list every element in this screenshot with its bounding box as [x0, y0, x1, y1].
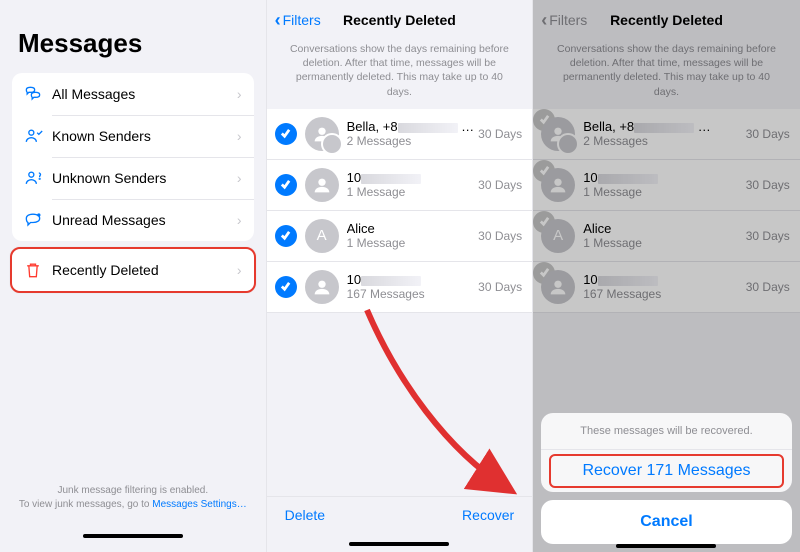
days-remaining: 30 Days — [474, 229, 522, 243]
filter-known-senders[interactable]: Known Senders › — [12, 115, 254, 157]
home-indicator — [83, 534, 183, 538]
conversation-row[interactable]: 10 1 Message 30 Days — [267, 160, 533, 211]
checkmark-selected-icon[interactable] — [275, 174, 297, 196]
junk-footer-text: Junk message filtering is enabled. To vi… — [0, 484, 266, 512]
trash-icon — [22, 259, 44, 281]
chevron-right-icon: › — [237, 170, 242, 186]
chevron-right-icon: › — [237, 262, 242, 278]
redacted-text — [398, 123, 458, 133]
checkmark-selected-icon[interactable] — [275, 276, 297, 298]
conversation-list: Bella, +8 … 2 Messages 30 Days 10 1 Mess… — [267, 109, 533, 313]
chevron-right-icon: › — [237, 212, 242, 228]
action-sheet: These messages will be recovered. Recove… — [541, 413, 792, 544]
bubbles-icon — [22, 83, 44, 105]
days-remaining: 30 Days — [474, 280, 522, 294]
filter-recently-deleted-highlighted[interactable]: Recently Deleted › — [10, 247, 256, 293]
filter-label: Recently Deleted — [44, 262, 237, 278]
chevron-right-icon: › — [237, 86, 242, 102]
avatar-group-icon — [305, 117, 339, 151]
avatar-silhouette-icon — [305, 270, 339, 304]
home-indicator — [349, 542, 449, 546]
screen-messages-filters: Messages All Messages › Known Senders › — [0, 0, 267, 552]
filter-label: All Messages — [44, 86, 237, 102]
chevron-right-icon: › — [237, 128, 242, 144]
filter-label: Unread Messages — [44, 212, 237, 228]
conversation-row[interactable]: A Alice 1 Message 30 Days — [267, 211, 533, 262]
screen-recover-confirm: ‹Filters Recently Deleted Conversations … — [533, 0, 800, 552]
redacted-text — [361, 276, 421, 286]
conversation-row[interactable]: 10 167 Messages 30 Days — [267, 262, 533, 313]
filter-label: Unknown Senders — [44, 170, 237, 186]
filter-all-messages[interactable]: All Messages › — [12, 73, 254, 115]
bottom-toolbar: Delete Recover — [267, 496, 533, 532]
screen-recently-deleted-edit: ‹Filters Recently Deleted Conversations … — [267, 0, 534, 552]
info-text: Conversations show the days remaining be… — [267, 36, 533, 109]
annotation-arrow-icon — [357, 300, 527, 505]
delete-button[interactable]: Delete — [285, 507, 325, 523]
home-indicator — [616, 544, 716, 548]
page-title: Messages — [0, 0, 266, 73]
filter-label: Known Senders — [44, 128, 237, 144]
nav-title: Recently Deleted — [343, 12, 456, 28]
person-question-icon — [22, 167, 44, 189]
redacted-text — [361, 174, 421, 184]
nav-bar: ‹Filters Recently Deleted — [267, 0, 533, 36]
person-check-icon — [22, 125, 44, 147]
cancel-button[interactable]: Cancel — [541, 500, 792, 544]
avatar-silhouette-icon — [305, 168, 339, 202]
conversation-row[interactable]: Bella, +8 … 2 Messages 30 Days — [267, 109, 533, 160]
sheet-message: These messages will be recovered. — [541, 413, 792, 450]
chevron-left-icon: ‹ — [275, 11, 281, 29]
checkmark-selected-icon[interactable] — [275, 123, 297, 145]
days-remaining: 30 Days — [474, 178, 522, 192]
filter-unknown-senders[interactable]: Unknown Senders › — [12, 157, 254, 199]
avatar-initial-icon: A — [305, 219, 339, 253]
checkmark-selected-icon[interactable] — [275, 225, 297, 247]
back-button[interactable]: ‹Filters — [275, 11, 321, 29]
filter-list: All Messages › Known Senders › Unknown S… — [12, 73, 254, 241]
chat-badge-icon — [22, 209, 44, 231]
recover-messages-button[interactable]: Recover 171 Messages — [541, 450, 792, 492]
messages-settings-link[interactable]: Messages Settings… — [152, 499, 247, 510]
days-remaining: 30 Days — [474, 127, 522, 141]
filter-unread-messages[interactable]: Unread Messages › — [12, 199, 254, 241]
recover-button[interactable]: Recover — [462, 507, 514, 523]
